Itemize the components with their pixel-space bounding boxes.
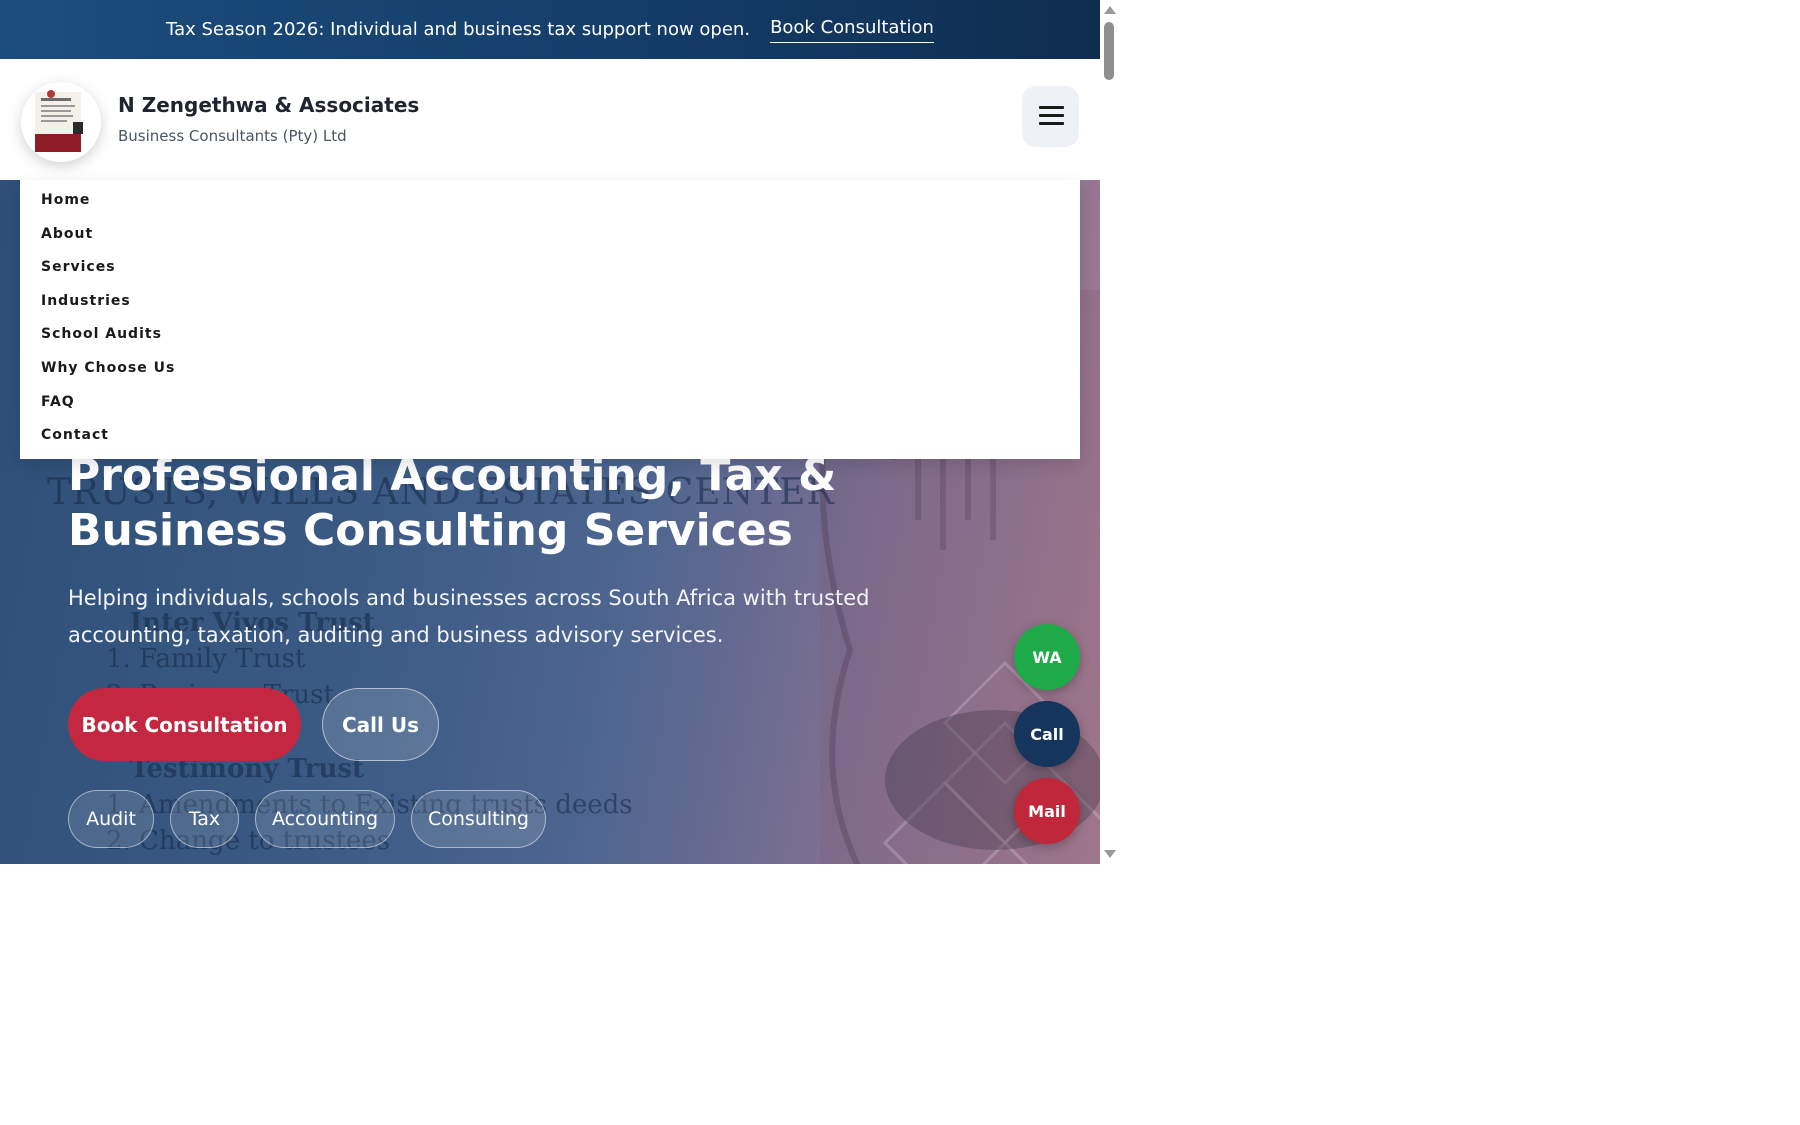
nav-item-industries[interactable]: Industries bbox=[41, 293, 131, 309]
announcement-text: Tax Season 2026: Individual and business… bbox=[166, 19, 751, 40]
service-tag-accounting[interactable]: Accounting bbox=[255, 790, 395, 848]
scroll-down-arrow-icon[interactable] bbox=[1104, 850, 1116, 858]
hero-title: Professional Accounting, Tax & Business … bbox=[68, 450, 837, 556]
nav-item-faq[interactable]: FAQ bbox=[41, 394, 75, 410]
hero-description: Helping individuals, schools and busines… bbox=[68, 586, 870, 647]
brand-subtitle: Business Consultants (Pty) Ltd bbox=[118, 127, 347, 145]
company-logo[interactable] bbox=[21, 82, 101, 162]
whatsapp-button[interactable]: WA bbox=[1014, 624, 1080, 690]
announcement-bar: Tax Season 2026: Individual and business… bbox=[0, 0, 1100, 59]
service-tag-tax[interactable]: Tax bbox=[170, 790, 239, 848]
nav-dropdown-menu: Home About Services Industries School Au… bbox=[20, 180, 1080, 459]
call-button[interactable]: Call bbox=[1014, 701, 1080, 767]
page-scrollbar[interactable] bbox=[1100, 0, 1118, 864]
logo-image bbox=[35, 90, 83, 152]
service-tag-consulting[interactable]: Consulting bbox=[411, 790, 546, 848]
announcement-book-consultation-link[interactable]: Book Consultation bbox=[770, 17, 934, 43]
nav-item-contact[interactable]: Contact bbox=[41, 427, 109, 443]
mail-button[interactable]: Mail bbox=[1014, 778, 1080, 844]
nav-item-about[interactable]: About bbox=[41, 226, 93, 242]
scrollbar-thumb[interactable] bbox=[1104, 22, 1114, 80]
nav-item-why-choose-us[interactable]: Why Choose Us bbox=[41, 360, 175, 376]
nav-item-services[interactable]: Services bbox=[41, 259, 116, 275]
menu-toggle-button[interactable] bbox=[1022, 86, 1079, 147]
service-tag-audit[interactable]: Audit bbox=[68, 790, 154, 848]
browser-viewport: Tax Season 2026: Individual and business… bbox=[0, 0, 1100, 864]
site-header: N Zengethwa & Associates Business Consul… bbox=[0, 59, 1100, 180]
brand-name[interactable]: N Zengethwa & Associates bbox=[118, 93, 419, 117]
book-consultation-button[interactable]: Book Consultation bbox=[68, 688, 301, 761]
call-us-button[interactable]: Call Us bbox=[322, 688, 439, 761]
nav-item-home[interactable]: Home bbox=[41, 192, 90, 208]
scroll-up-arrow-icon[interactable] bbox=[1104, 6, 1116, 14]
nav-item-school-audits[interactable]: School Audits bbox=[41, 326, 162, 342]
